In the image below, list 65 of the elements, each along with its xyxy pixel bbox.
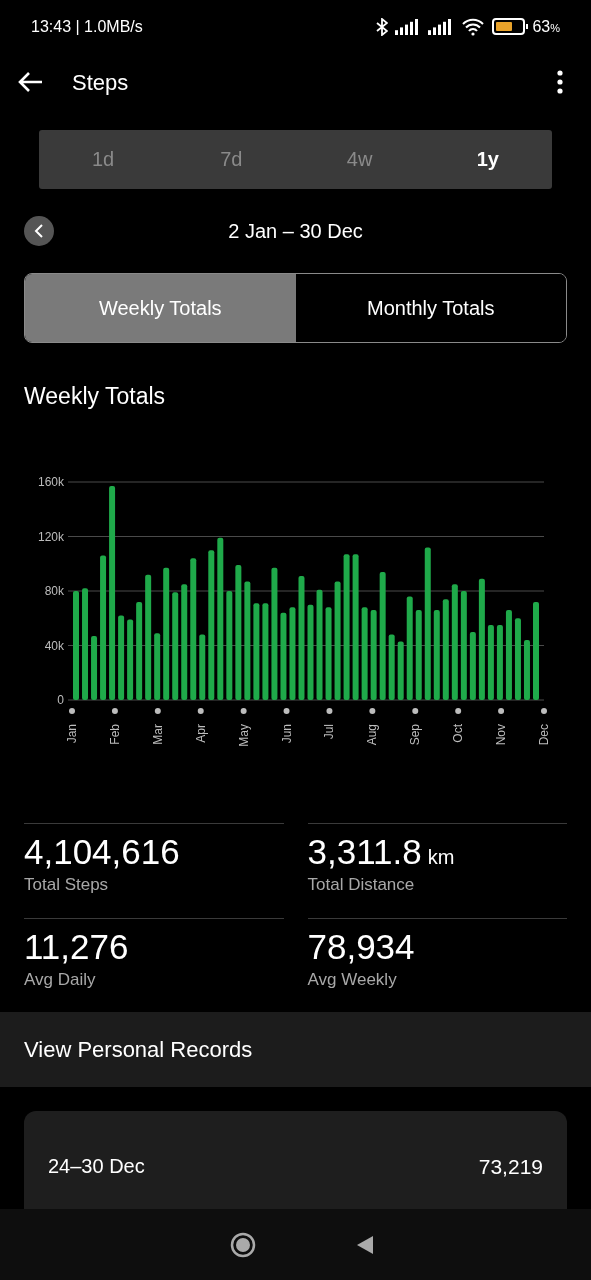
- y-tick-label: 120k: [37, 529, 64, 544]
- week-total: 73,219: [478, 1153, 543, 1180]
- x-tick-label: Jul: [322, 724, 337, 740]
- y-tick-label: 0: [57, 693, 64, 708]
- x-tick-label: May: [236, 724, 251, 747]
- page-title: Steps: [72, 68, 129, 97]
- tick-dot: [197, 708, 204, 715]
- tick-dot: [69, 708, 75, 715]
- x-tick-label: Dec: [537, 724, 551, 746]
- tick-dot: [326, 708, 333, 715]
- stat-value: 78,934: [307, 927, 415, 968]
- x-tick-label: Mar: [150, 724, 165, 745]
- stat-unit: km: [427, 845, 455, 871]
- x-tick-label: Nov: [494, 724, 509, 746]
- x-tick-label: Jan: [65, 724, 79, 744]
- bar: [469, 631, 476, 701]
- stat-label: Avg Daily: [24, 969, 97, 992]
- chevron-left-icon: [34, 223, 44, 238]
- y-tick-label: 40k: [44, 638, 64, 653]
- stat-value: 11,276: [24, 927, 129, 968]
- tick-dot: [283, 708, 290, 715]
- stat-value: 3,311.8: [307, 832, 422, 873]
- bar: [91, 636, 98, 701]
- bar: [199, 634, 206, 701]
- back-button-icon[interactable]: [355, 1234, 374, 1255]
- battery-percent: 63%: [532, 16, 560, 37]
- stat-label: Total Distance: [307, 874, 416, 897]
- tick-dot: [111, 708, 118, 715]
- range-tab[interactable]: 1y: [423, 129, 552, 189]
- tick-dot: [369, 708, 376, 715]
- stat-label: Total Steps: [24, 874, 110, 897]
- tick-dot: [541, 708, 547, 715]
- bluetooth-icon: [376, 17, 389, 36]
- x-tick-label: Aug: [365, 724, 380, 746]
- section-title: Weekly Totals: [23, 381, 167, 411]
- previous-button[interactable]: [24, 215, 54, 246]
- y-tick-label: 80k: [44, 584, 64, 599]
- tick-dot: [154, 708, 161, 715]
- status-time: 13:43 | 1.0MB/s: [31, 16, 143, 37]
- bar: [388, 634, 395, 701]
- view-toggle-option[interactable]: Weekly Totals: [25, 273, 296, 342]
- back-arrow-icon[interactable]: [18, 71, 44, 94]
- y-tick-label: 160k: [37, 475, 64, 490]
- tick-dot: [498, 708, 505, 715]
- tick-dot: [240, 708, 247, 715]
- more-options-icon[interactable]: [557, 70, 563, 95]
- x-tick-label: Feb: [107, 724, 122, 745]
- week-range: 24–30 Dec: [48, 1153, 145, 1179]
- personal-records-link[interactable]: View Personal Records: [0, 1012, 591, 1087]
- stat-value: 4,104,616: [24, 832, 180, 873]
- x-tick-label: Sep: [408, 724, 423, 746]
- x-tick-label: Oct: [451, 724, 466, 743]
- home-button-icon[interactable]: [229, 1231, 256, 1258]
- battery-icon: [492, 18, 526, 35]
- x-tick-label: Jun: [279, 724, 294, 744]
- tick-dot: [455, 708, 462, 715]
- bar: [154, 633, 161, 701]
- x-tick-label: Apr: [193, 724, 208, 743]
- bar: [397, 641, 404, 701]
- week-card[interactable]: 24–30 Dec 73,219: [24, 1110, 567, 1210]
- bar: [524, 640, 530, 701]
- stat-label: Avg Weekly: [307, 969, 398, 992]
- tick-dot: [412, 708, 419, 715]
- wifi-icon: [461, 17, 486, 36]
- date-range: 2 Jan – 30 Dec: [228, 218, 363, 244]
